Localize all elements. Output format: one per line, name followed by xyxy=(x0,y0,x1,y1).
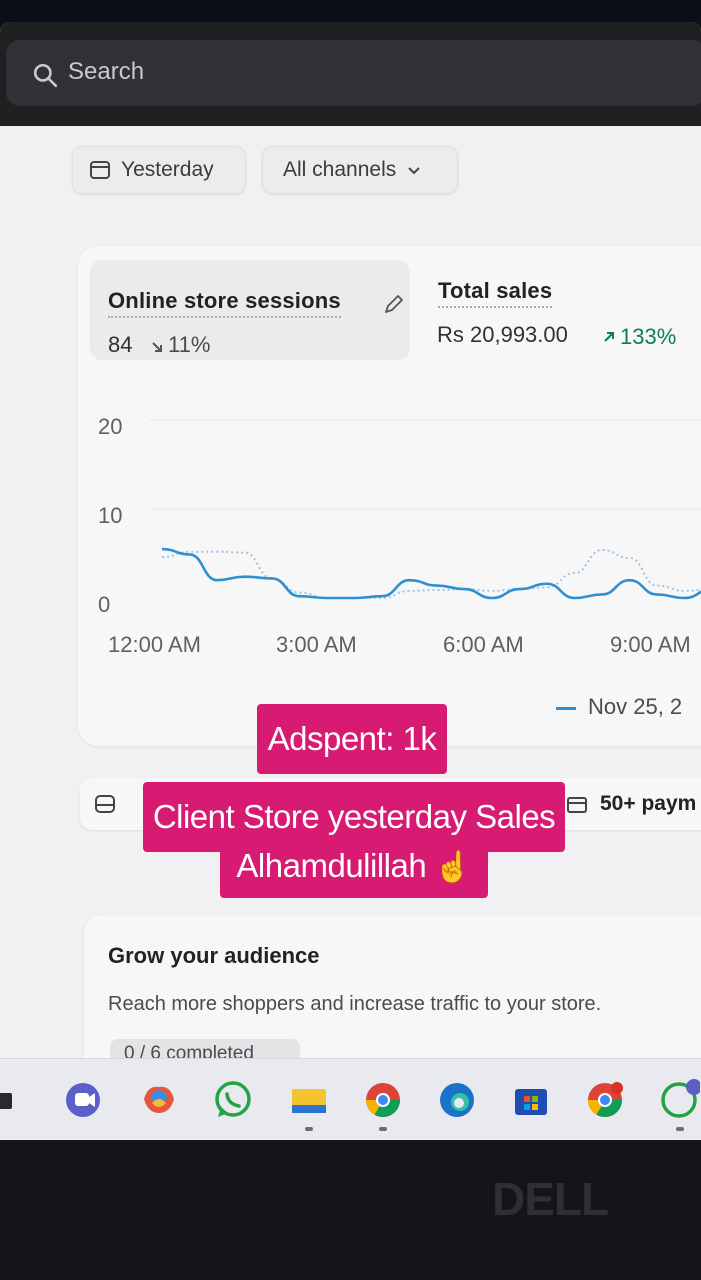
arrow-up-icon xyxy=(604,332,614,342)
file-explorer-running-indicator xyxy=(305,1127,313,1131)
copilot-icon[interactable] xyxy=(138,1079,180,1121)
channels-filter-button[interactable]: All channels xyxy=(262,146,458,194)
channels-filter-label: All channels xyxy=(283,158,397,181)
pointing-up-emoji: ☝ xyxy=(434,851,472,884)
grow-description: Reach more shoppers and increase traffic… xyxy=(108,993,602,1015)
edit-icon[interactable] xyxy=(382,292,406,316)
payment-icon xyxy=(567,797,587,813)
calendar-icon xyxy=(90,161,110,179)
legend-line-swatch xyxy=(556,706,576,710)
whatsapp-icon[interactable] xyxy=(212,1079,254,1121)
payments-link[interactable]: 50+ paym xyxy=(600,792,696,816)
teams-icon[interactable] xyxy=(62,1079,104,1121)
whatsapp-badge-icon[interactable] xyxy=(658,1079,700,1121)
grow-title: Grow your audience xyxy=(108,943,320,968)
search-icon xyxy=(33,63,58,88)
overlay-line-3: Alhamdulillah xyxy=(236,847,427,884)
edge-icon[interactable] xyxy=(436,1079,478,1121)
date-filter-button[interactable]: Yesterday xyxy=(72,146,246,194)
arrow-down-icon xyxy=(152,342,162,352)
analytics-card: Online store sessions 84 11% Total sales… xyxy=(78,246,701,746)
overlay-line-1: Adspent: 1k xyxy=(267,720,437,757)
metric-sessions-change: 11% xyxy=(168,332,211,357)
chrome-running-indicator xyxy=(379,1127,387,1131)
search-label: Search xyxy=(68,58,145,85)
metric-sessions[interactable]: Online store sessions 84 11% xyxy=(90,260,410,360)
admin-topbar: Search xyxy=(0,22,701,126)
chevron-down-icon xyxy=(408,167,420,175)
metric-sales-value: Rs 20,993.00 xyxy=(437,322,568,347)
search-bar[interactable]: Search xyxy=(6,40,701,106)
overlay-line-2: Client Store yesterday Sales xyxy=(152,798,556,835)
legend-label: Nov 25, 2 xyxy=(588,694,683,719)
inbox-icon xyxy=(95,795,115,813)
file-explorer-icon[interactable] xyxy=(288,1079,330,1121)
chrome-profile-icon[interactable] xyxy=(584,1079,626,1121)
metric-sales-title: Total sales xyxy=(438,278,553,308)
whatsapp-running-indicator xyxy=(676,1127,684,1131)
metric-sessions-value: 84 xyxy=(108,332,133,357)
metric-sales-change: 133% xyxy=(620,324,677,349)
metric-sessions-title: Online store sessions xyxy=(108,288,341,318)
windows-taskbar xyxy=(0,1058,701,1139)
dell-logo: DELL xyxy=(492,1173,609,1225)
overlay-thanks-caption: Alhamdulillah ☝ xyxy=(220,840,488,898)
task-view-icon[interactable] xyxy=(0,1079,22,1121)
date-filter-label: Yesterday xyxy=(121,158,214,181)
chrome-icon[interactable] xyxy=(362,1079,404,1121)
chart-legend: Nov 25, 2 xyxy=(556,694,682,720)
overlay-adspent-caption: Adspent: 1k xyxy=(257,704,447,774)
microsoft-store-icon[interactable] xyxy=(510,1079,552,1121)
